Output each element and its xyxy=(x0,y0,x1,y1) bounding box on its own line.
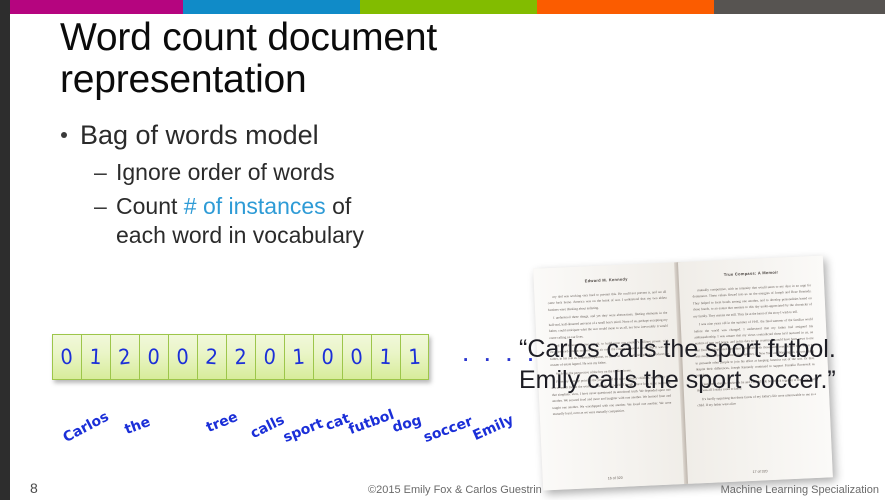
book-page-left-footer: 16 of 320 xyxy=(607,475,623,481)
page-title: Word count document representation xyxy=(60,16,580,102)
vocabulary-word-label: Carlos xyxy=(60,408,112,446)
bullet-level2-b-continuation: each word in vocabulary xyxy=(116,221,365,248)
word-count-cell: 0 xyxy=(52,334,81,380)
word-count-value: 1 xyxy=(407,344,422,370)
word-count-value: 0 xyxy=(349,344,365,370)
book-paragraph: my dad was working very hard to prevent … xyxy=(547,289,667,312)
page-number: 8 xyxy=(30,480,38,496)
word-count-value: 1 xyxy=(292,344,306,370)
bullet-level1-label: Bag of words model xyxy=(80,120,319,150)
vocabulary-word-label: Emily xyxy=(470,411,517,444)
color-bar-segment-gray xyxy=(714,0,885,14)
course-brand-label: Machine Learning Specialization xyxy=(720,484,879,496)
word-count-value: 0 xyxy=(262,344,278,370)
vocabulary-word-label: futbol xyxy=(346,406,397,438)
dash-icon: – xyxy=(94,193,107,220)
book-page-right-header: True Compass: A Memoir xyxy=(723,269,779,278)
book-page-left-header: Edward M. Kennedy xyxy=(584,276,628,284)
bullet-level2-b-accent: # of instances xyxy=(183,193,326,220)
color-bar-segment-orange xyxy=(537,0,714,14)
example-quote: “Carlos calls the sport futbol. Emily ca… xyxy=(519,334,885,395)
vocabulary-word-label: soccer xyxy=(421,413,475,446)
word-count-cell: 2 xyxy=(197,334,226,380)
bullet-level2-b-prefix: Count xyxy=(116,193,184,220)
vocabulary-word-label: dog xyxy=(390,412,424,436)
word-count-cell: 2 xyxy=(110,334,139,380)
bullet-list: Bag of words model – Ignore order of wor… xyxy=(56,120,536,249)
dash-icon: – xyxy=(94,158,107,185)
page-title-line-2: representation xyxy=(60,58,307,102)
word-count-value: 0 xyxy=(59,344,75,370)
word-count-cell: 1 xyxy=(371,334,400,380)
left-rail-decoration xyxy=(0,0,10,500)
word-count-cell: 0 xyxy=(313,334,342,380)
word-count-cell: 1 xyxy=(400,334,429,380)
word-count-cell: 1 xyxy=(81,334,110,380)
word-count-value: 2 xyxy=(117,344,133,370)
page-title-line-1: Word count document xyxy=(60,16,438,59)
vocabulary-word-label: tree xyxy=(204,408,241,436)
color-bar-segment-blue xyxy=(183,0,360,14)
word-count-value: 1 xyxy=(89,344,103,370)
color-bar-decoration xyxy=(10,0,885,14)
word-count-cell: 2 xyxy=(226,334,255,380)
vocabulary-word-label: calls xyxy=(247,411,288,442)
bullet-level2-ignore-order: – Ignore order of words xyxy=(56,158,536,187)
copyright-notice: ©2015 Emily Fox & Carlos Guestrin xyxy=(368,484,542,496)
word-count-value: 0 xyxy=(176,344,190,370)
word-count-value: 0 xyxy=(321,344,335,370)
word-count-cell: 0 xyxy=(139,334,168,380)
quote-line-2: Emily calls the sport soccer.” xyxy=(519,365,836,394)
vocabulary-word-label: sport xyxy=(281,415,326,446)
slide-canvas: Word count document representation Bag o… xyxy=(0,0,885,500)
word-count-vector: 0120022010011 xyxy=(52,334,429,380)
word-count-value: 0 xyxy=(147,344,161,370)
word-count-cell: 1 xyxy=(284,334,313,380)
word-count-value: 2 xyxy=(234,344,248,370)
vocabulary-labels: Carlos the tree calls sport cat futbol dog socce… xyxy=(52,386,516,446)
word-count-cell: 0 xyxy=(342,334,371,380)
bullet-level2-a-label: Ignore order of words xyxy=(116,158,335,185)
vocabulary-word-label: the xyxy=(122,414,153,438)
color-bar-segment-green xyxy=(360,0,537,14)
word-count-value: 1 xyxy=(379,344,393,370)
bullet-dot-icon xyxy=(61,132,67,138)
word-count-value: 2 xyxy=(205,344,219,370)
bullet-level2-b-suffix: of xyxy=(325,193,352,220)
bullet-level1-bag-of-words: Bag of words model xyxy=(56,120,536,152)
word-count-cell: 0 xyxy=(255,334,284,380)
book-paragraph: mutually competitive, with an intensity … xyxy=(692,283,813,319)
word-count-cell: 0 xyxy=(168,334,197,380)
quote-line-1: “Carlos calls the sport futbol. xyxy=(519,335,836,363)
bullet-level2-count-instances: – Count # of instances of each word in v… xyxy=(56,192,536,249)
color-bar-segment-magenta xyxy=(10,0,183,14)
book-page-right-footer: 17 of 320 xyxy=(752,469,768,474)
